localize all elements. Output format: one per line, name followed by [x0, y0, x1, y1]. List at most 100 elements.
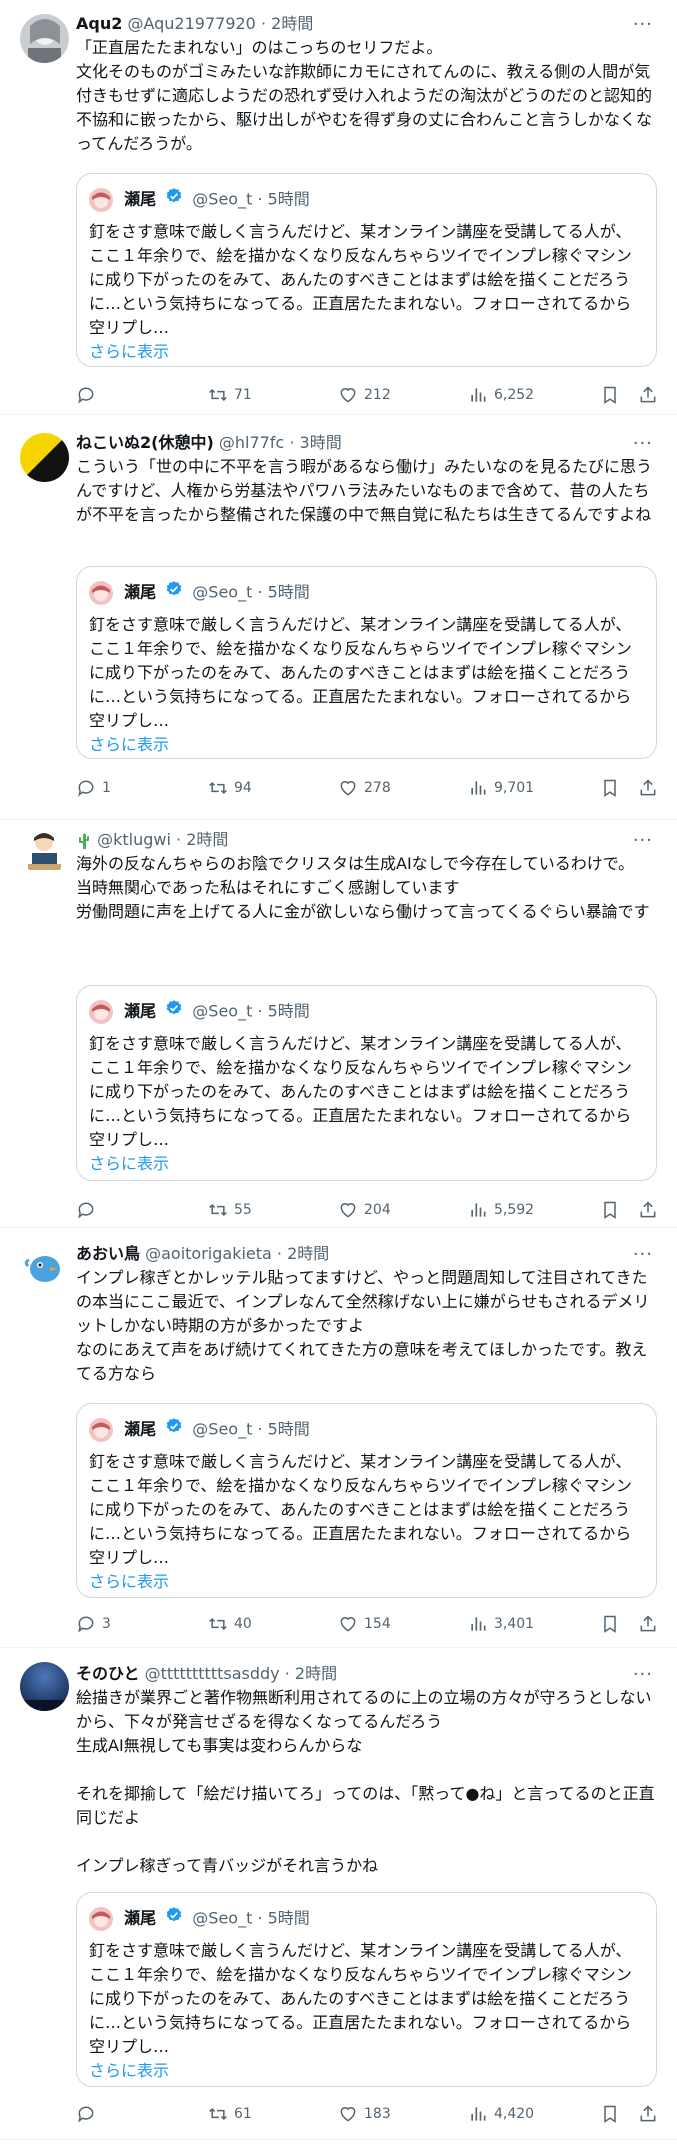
heart-icon: [340, 2107, 356, 2122]
show-more-link[interactable]: さらに表示: [89, 2061, 169, 2080]
quoted-display-name: 瀬尾: [124, 1419, 157, 1439]
tweet-text: 海外の反なんちゃらのお陰でクリスタは生成AIなしで今存在しているわけで。 当時無…: [76, 854, 650, 921]
like-button[interactable]: 278: [338, 776, 391, 800]
views-button[interactable]: 6,252: [468, 383, 534, 407]
quoted-text: 釘をさす意味で厳しく言うんだけど、某オンライン講座を受講してる人が、ここ１年余り…: [89, 1941, 632, 2080]
retweet-button[interactable]: 94: [208, 776, 252, 800]
quoted-tweet[interactable]: 瀬尾 @Seo_t · 5時間 釘をさす意味で厳しく言うんだけど、某オンライン講…: [76, 1403, 657, 1598]
quoted-tweet[interactable]: 瀬尾 @Seo_t · 5時間 釘をさす意味で厳しく言うんだけど、某オンライン講…: [76, 566, 657, 759]
display-name[interactable]: そのひと: [76, 1664, 140, 1683]
quoted-display-name: 瀬尾: [124, 582, 157, 602]
avatar[interactable]: [20, 1662, 69, 1711]
views-button[interactable]: 5,592: [468, 1198, 534, 1222]
quoted-timestamp: 5時間: [267, 582, 310, 602]
avatar[interactable]: [20, 826, 69, 875]
action-bar: 61 183 4,420: [76, 2102, 657, 2126]
like-button[interactable]: 154: [338, 1612, 391, 1636]
share-button[interactable]: [638, 1198, 664, 1222]
reply-button[interactable]: 3: [76, 1612, 111, 1636]
tweet-text: インプレ稼ぎとかレッテル貼ってますけど、やっと問題周知して注目されてきたの本当に…: [76, 1268, 650, 1383]
quoted-user-handle: @Seo_t: [192, 189, 253, 209]
bookmark-button[interactable]: [600, 1612, 626, 1636]
tweet-header: あおい鳥 @aoitorigakieta · 2時間: [76, 1244, 330, 1263]
share-icon: [640, 1615, 656, 1632]
reply-icon: [78, 1616, 94, 1633]
more-options-icon[interactable]: ···: [633, 435, 653, 453]
quoted-timestamp: 5時間: [267, 1419, 310, 1439]
bookmark-button[interactable]: [600, 1198, 626, 1222]
user-handle[interactable]: @ttttttttttsasddy: [145, 1664, 280, 1683]
like-button[interactable]: 183: [338, 2102, 391, 2126]
share-button[interactable]: [638, 776, 664, 800]
avatar[interactable]: [20, 433, 69, 482]
show-more-link[interactable]: さらに表示: [89, 1572, 169, 1591]
quoted-tweet[interactable]: 瀬尾 @Seo_t · 5時間 釘をさす意味で厳しく言うんだけど、某オンライン講…: [76, 173, 657, 367]
more-options-icon[interactable]: ···: [633, 1666, 653, 1684]
reply-button[interactable]: [76, 383, 102, 407]
share-icon: [640, 1201, 656, 1218]
bookmark-button[interactable]: [600, 2102, 626, 2126]
user-handle[interactable]: @Aqu21977920: [127, 14, 255, 33]
views-icon: [471, 1617, 486, 1631]
tweet-header: @ktlugwi · 2時間: [76, 828, 657, 852]
bookmark-button[interactable]: [600, 776, 626, 800]
avatar[interactable]: [20, 14, 69, 63]
show-more-link[interactable]: さらに表示: [89, 735, 169, 754]
tweet[interactable]: ねこいぬ2(休憩中) @hl77fc · 3時間 こういう「世の中に不平を言う暇…: [0, 415, 677, 820]
avatar: [89, 1906, 113, 1931]
show-more-link[interactable]: さらに表示: [89, 342, 169, 361]
share-button[interactable]: [638, 2102, 664, 2126]
bookmark-icon: [604, 2105, 616, 2123]
avatar: [89, 1417, 113, 1442]
timestamp[interactable]: 2時間: [287, 1244, 329, 1263]
tweet[interactable]: そのひと @ttttttttttsasddy · 2時間 絵描きが業界ごと著作物…: [0, 1648, 677, 2140]
quoted-tweet[interactable]: 瀬尾 @Seo_t · 5時間 釘をさす意味で厳しく言うんだけど、某オンライン講…: [76, 1892, 657, 2087]
like-button[interactable]: 204: [338, 1198, 391, 1222]
retweet-button[interactable]: 61: [208, 2102, 252, 2126]
timestamp[interactable]: 2時間: [271, 14, 313, 33]
retweet-button[interactable]: 40: [208, 1612, 252, 1636]
more-options-icon[interactable]: ···: [633, 832, 653, 850]
timestamp[interactable]: 2時間: [295, 1664, 337, 1683]
share-button[interactable]: [638, 1612, 664, 1636]
more-options-icon[interactable]: ···: [633, 16, 653, 34]
bookmark-button[interactable]: [600, 383, 626, 407]
views-button[interactable]: 4,420: [468, 2102, 534, 2126]
like-button[interactable]: 212: [338, 383, 391, 407]
reply-button[interactable]: [76, 2102, 102, 2126]
quoted-timestamp: 5時間: [267, 189, 310, 209]
tweet[interactable]: @ktlugwi · 2時間 海外の反なんちゃらのお陰でクリスタは生成AIなしで…: [0, 820, 677, 1228]
tweet[interactable]: あおい鳥 @aoitorigakieta · 2時間 インプレ稼ぎとかレッテル貼…: [0, 1228, 677, 1648]
tweet-header: ねこいぬ2(休憩中) @hl77fc · 3時間: [76, 433, 342, 452]
action-bar: 1 94 278 9,701: [76, 776, 657, 800]
avatar[interactable]: [20, 1242, 69, 1291]
quoted-tweet[interactable]: 瀬尾 @Seo_t · 5時間 釘をさす意味で厳しく言うんだけど、某オンライン講…: [76, 985, 657, 1181]
retweet-button[interactable]: 55: [208, 1198, 252, 1222]
show-more-link[interactable]: さらに表示: [89, 1154, 169, 1173]
retweet-icon: [209, 781, 227, 795]
views-icon: [471, 781, 486, 795]
timestamp[interactable]: 2時間: [186, 830, 228, 849]
bookmark-icon: [604, 779, 616, 797]
reply-button[interactable]: 1: [76, 776, 111, 800]
display-name[interactable]: あおい鳥: [76, 1244, 140, 1263]
user-handle[interactable]: @hl77fc: [219, 433, 284, 452]
share-button[interactable]: [638, 383, 664, 407]
display-name[interactable]: Aqu2: [76, 14, 122, 33]
user-handle[interactable]: @aoitorigakieta: [145, 1244, 272, 1263]
views-button[interactable]: 3,401: [468, 1612, 534, 1636]
tweet[interactable]: Aqu2 @Aqu21977920 · 2時間 「正直居たたまれない」のはこっち…: [0, 0, 677, 415]
views-button[interactable]: 9,701: [468, 776, 534, 800]
tweet-text: こういう「世の中に不平を言う暇があるなら働け」みたいなのを見るたびに思うんですけ…: [76, 457, 653, 524]
retweet-button[interactable]: 71: [208, 383, 252, 407]
more-options-icon[interactable]: ···: [633, 1246, 653, 1264]
quoted-display-name: 瀬尾: [124, 1908, 157, 1928]
reply-icon: [78, 2106, 94, 2123]
user-handle[interactable]: @ktlugwi: [97, 830, 171, 849]
timestamp[interactable]: 3時間: [300, 433, 342, 452]
quoted-display-name: 瀬尾: [124, 189, 157, 209]
display-name[interactable]: ねこいぬ2(休憩中): [76, 433, 214, 452]
tweet-text: 絵描きが業界ごと著作物無断利用されてるのに上の立場の方々が守ろうとしないから、下…: [76, 1688, 655, 1875]
quoted-text: 釘をさす意味で厳しく言うんだけど、某オンライン講座を受講してる人が、ここ１年余り…: [89, 1034, 632, 1173]
reply-button[interactable]: [76, 1198, 102, 1222]
